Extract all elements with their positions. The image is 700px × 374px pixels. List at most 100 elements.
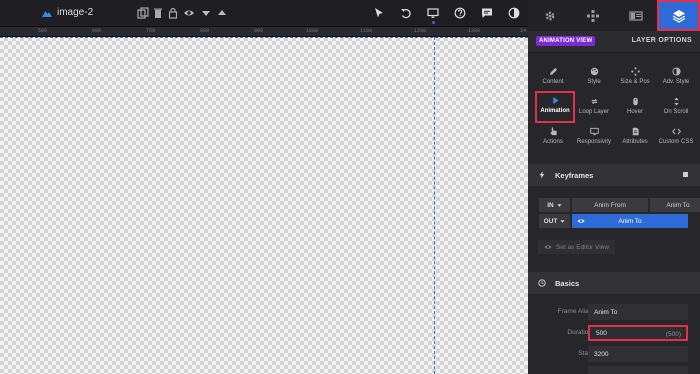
anim-to-active-frame[interactable]: Anim To <box>572 214 688 228</box>
code-icon <box>671 128 681 135</box>
arrow-down-icon[interactable] <box>199 6 213 20</box>
tab-navigation[interactable] <box>571 0 614 31</box>
lock-icon[interactable] <box>166 6 180 20</box>
option-content[interactable]: Content <box>533 64 573 92</box>
mountain-icon <box>42 10 52 17</box>
editor-canvas[interactable] <box>0 37 528 374</box>
layer-name-label: image-2 <box>57 7 94 18</box>
eye-icon <box>544 245 552 249</box>
option-adv-style[interactable]: Adv. Style <box>656 64 696 92</box>
option-loop-layer[interactable]: Loop Layer <box>574 94 614 122</box>
frame-alias-label: Frame Alias <box>557 308 592 315</box>
tab-layer-options[interactable] <box>657 0 700 31</box>
in-label: IN <box>547 201 554 209</box>
option-label: Attributes <box>622 139 648 145</box>
layers-icon <box>672 9 685 23</box>
set-as-editor-view-label: Set as Editor View <box>556 243 609 251</box>
frame-alias-row: Frame Alias Anim To <box>528 304 700 320</box>
set-as-editor-view-button[interactable]: Set as Editor View <box>538 240 615 254</box>
option-label: Custom CSS <box>658 139 694 145</box>
layer-name[interactable]: image-2 <box>42 7 93 18</box>
ruler-label: 700 <box>146 28 156 34</box>
move-icon <box>630 67 640 76</box>
option-actions[interactable]: Actions <box>533 124 573 152</box>
anim-to-frame[interactable]: Anim To <box>650 198 700 212</box>
keyframes-title: Keyframes <box>555 170 594 180</box>
comment-icon[interactable] <box>480 6 494 20</box>
hand-icon <box>549 127 557 136</box>
help-icon[interactable] <box>453 6 467 20</box>
scroll-icon <box>673 97 679 106</box>
frame-alias-input[interactable]: Anim To <box>588 304 688 320</box>
clock-icon <box>537 278 547 288</box>
keyframe-row-in: IN Anim From Anim To <box>539 198 700 212</box>
undo-icon[interactable] <box>399 6 413 20</box>
layers-rows-icon <box>628 10 643 21</box>
active-device-dot <box>432 21 435 24</box>
ruler-label: 600 <box>92 28 102 34</box>
contrast-icon[interactable] <box>507 6 521 20</box>
ruler-label: 1300 <box>468 28 481 34</box>
copy-icon[interactable] <box>136 6 150 20</box>
caret-down-icon <box>560 219 565 223</box>
animation-view-button[interactable]: ANIMATION VIEW <box>536 36 596 46</box>
arrow-up-icon[interactable] <box>215 6 229 20</box>
option-label: Style <box>587 79 601 85</box>
stop-icon[interactable] <box>683 172 688 177</box>
eye-icon[interactable] <box>182 6 196 20</box>
out-label: OUT <box>543 217 558 225</box>
option-style[interactable]: Style <box>574 64 614 92</box>
horizontal-ruler: 500 600 700 800 900 1000 1100 1200 1300 … <box>0 27 528 37</box>
option-responsivity[interactable]: Responsivity <box>574 124 614 152</box>
duration-input[interactable]: 500 (500) <box>588 325 688 341</box>
cursor-icon[interactable] <box>372 6 386 20</box>
keyframe-row-out: OUT Anim To <box>539 214 688 228</box>
duration-value: 500 <box>596 329 607 337</box>
top-toolbar: image-2 <box>0 0 528 27</box>
basics-section-header[interactable]: Basics <box>528 272 700 294</box>
play-icon <box>552 96 559 105</box>
in-selector[interactable]: IN <box>539 198 570 212</box>
pencil-icon <box>549 67 557 76</box>
tab-settings[interactable] <box>528 0 571 31</box>
option-hover[interactable]: Hover <box>615 94 655 122</box>
keyframes-section-header[interactable]: Keyframes <box>528 164 700 186</box>
ruler-label: 1000 <box>306 28 319 34</box>
option-label: Content <box>542 79 564 85</box>
option-label: Adv. Style <box>662 79 690 85</box>
mouse-icon <box>632 97 638 106</box>
loop-icon <box>591 98 597 105</box>
option-animation[interactable]: Animation <box>535 91 575 123</box>
anim-from-frame[interactable]: Anim From <box>572 198 648 212</box>
ruler-label: 800 <box>200 28 210 34</box>
basics-title: Basics <box>555 278 580 288</box>
anim-to-active-label: Anim To <box>618 217 642 225</box>
desktop-icon[interactable] <box>426 6 440 20</box>
ruler-label: 500 <box>38 28 48 34</box>
option-label: Animation <box>540 108 570 114</box>
out-selector[interactable]: OUT <box>539 214 570 228</box>
option-label: Size & Pos <box>620 79 650 85</box>
trash-icon[interactable] <box>151 6 165 20</box>
duration-hint: (500) <box>665 331 681 338</box>
monitor-icon <box>589 127 599 136</box>
tab-slide-layers[interactable] <box>614 0 657 31</box>
next-field-partial[interactable] <box>588 366 688 374</box>
gear-icon <box>545 11 554 20</box>
option-size-pos[interactable]: Size & Pos <box>615 64 655 92</box>
palette-icon <box>590 67 598 76</box>
bolt-icon <box>537 170 547 180</box>
option-attributes[interactable]: Attributes <box>615 124 655 152</box>
panel-tabs <box>528 0 700 31</box>
option-label: Responsivity <box>576 139 611 145</box>
guide-line-vertical <box>434 37 435 374</box>
option-label: Hover <box>626 109 643 115</box>
option-on-scroll[interactable]: On Scroll <box>656 94 696 122</box>
option-custom-css[interactable]: Custom CSS <box>656 124 696 152</box>
panel-subheader: ANIMATION VIEW LAYER OPTIONS <box>528 31 700 53</box>
guide-line-horizontal <box>0 37 528 38</box>
ruler-label: 1200 <box>414 28 427 34</box>
start-input[interactable]: 3200 <box>588 346 688 362</box>
ruler-label: 14 <box>520 28 527 34</box>
contrast-icon <box>671 67 681 76</box>
